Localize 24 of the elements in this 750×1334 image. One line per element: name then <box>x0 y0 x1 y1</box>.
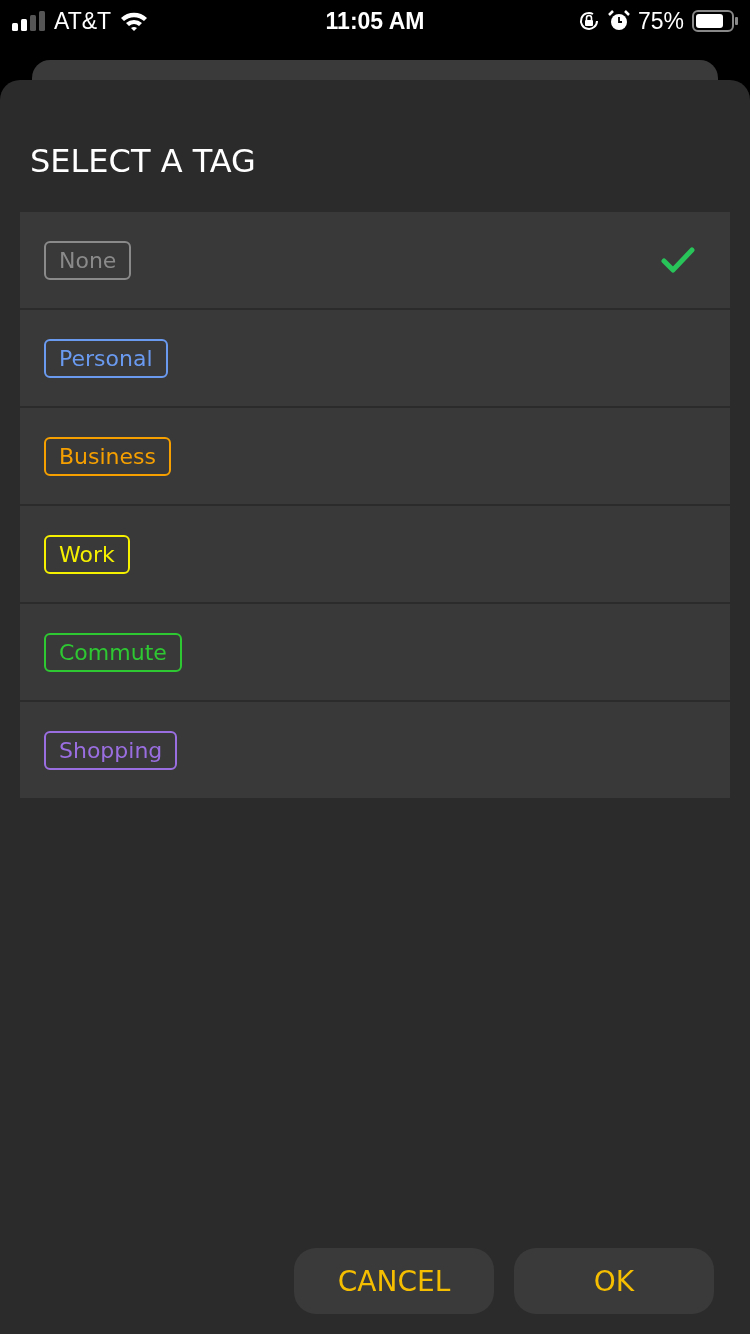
carrier-label: AT&T <box>54 7 112 35</box>
dialog-button[interactable]: CANCEL <box>294 1248 494 1314</box>
tag-option-row[interactable]: Shopping <box>20 702 730 798</box>
battery-percent: 75% <box>637 7 684 35</box>
tag-label: Work <box>44 534 130 574</box>
tag-option-row[interactable]: None <box>20 212 730 308</box>
tag-label: Commute <box>44 632 182 672</box>
tag-label: Business <box>44 436 171 476</box>
battery-icon <box>692 10 738 32</box>
tag-option-row[interactable]: Work <box>20 506 730 602</box>
rotation-lock-icon <box>577 10 600 32</box>
clock-time: 11:05 AM <box>325 7 425 35</box>
dialog-button[interactable]: OK <box>514 1248 714 1314</box>
dialog-title: SELECT A TAG <box>30 142 257 180</box>
tag-label: Shopping <box>44 730 178 770</box>
tag-option-row[interactable]: Personal <box>20 310 730 406</box>
tag-label: Personal <box>44 338 168 378</box>
alarm-clock-icon <box>607 10 630 32</box>
signal-icon <box>12 11 46 31</box>
tag-option-row[interactable]: Commute <box>20 604 730 700</box>
tag-label: None <box>44 240 132 280</box>
tag-option-row[interactable]: Business <box>20 408 730 504</box>
checkmark-icon <box>661 246 695 274</box>
wifi-icon <box>119 10 150 32</box>
